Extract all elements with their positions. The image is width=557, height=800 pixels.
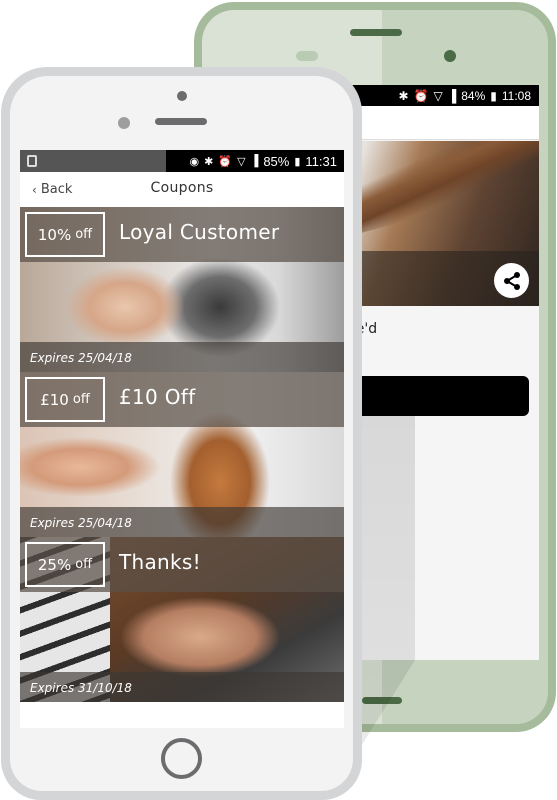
discount-amount: 25% (37, 555, 72, 574)
coupon-card[interactable]: 10% off Loyal Customer Expires 25/04/18 (20, 207, 344, 372)
nav-bar: ‹ Back Coupons (20, 172, 344, 207)
discount-badge: 25% off (25, 542, 105, 587)
coupon-expiry: Expires 25/04/18 (30, 516, 132, 530)
coupon-title: Thanks! (119, 550, 201, 574)
coupon-expiry: Expires 25/04/18 (30, 351, 132, 365)
share-icon (503, 271, 520, 290)
discount-badge: £10 off (25, 377, 105, 422)
coupon-card[interactable]: £10 off £10 Off Expires 25/04/18 (20, 372, 344, 537)
front-phone-earpiece (155, 118, 207, 125)
screen-bottom-space (20, 702, 344, 727)
clock: 11:08 (501, 88, 531, 103)
bluetooth-icon: ✱ (204, 155, 214, 168)
screen-record-icon (27, 155, 37, 167)
status-bar: ◉ ✱ ⏰ ▽ ▐ 85% ▮ 11:31 (20, 150, 344, 172)
back-phone-sensor (296, 51, 318, 61)
coupon-card[interactable]: 25% off Thanks! Expires 31/10/18 (20, 537, 344, 702)
discount-badge: 10% off (25, 212, 105, 257)
discount-amount: 10% (37, 225, 72, 244)
wifi-icon: ▽ (237, 155, 246, 168)
back-phone-camera (444, 50, 456, 62)
front-phone-camera (177, 91, 187, 101)
front-phone-sensor (118, 117, 130, 129)
coupon-expiry: Expires 31/10/18 (30, 681, 132, 695)
location-icon: ◉ (189, 155, 200, 168)
front-phone-screen: ◉ ✱ ⏰ ▽ ▐ 85% ▮ 11:31 ‹ Back Coupons 10%… (20, 150, 344, 728)
battery-icon: ▮ (490, 88, 497, 103)
page-title: Coupons (150, 180, 214, 196)
share-button[interactable] (494, 263, 529, 298)
discount-suffix: off (75, 557, 93, 572)
bluetooth-icon: ✱ (398, 88, 409, 103)
signal-icon: ▐ (250, 155, 259, 167)
alarm-icon: ⏰ (218, 155, 233, 168)
battery-level: 85% (263, 153, 290, 169)
discount-suffix: off (72, 392, 90, 407)
discount-amount: £10 (40, 390, 69, 409)
alarm-icon: ⏰ (413, 88, 429, 103)
coupon-title: Loyal Customer (119, 220, 280, 244)
home-button[interactable] (161, 738, 202, 779)
wifi-icon: ▽ (433, 88, 443, 103)
battery-level: 84% (461, 88, 486, 103)
back-phone-earpiece (350, 29, 402, 36)
discount-suffix: off (75, 227, 93, 242)
clock: 11:31 (305, 153, 337, 169)
battery-icon: ▮ (294, 155, 301, 168)
signal-icon: ▐ (447, 88, 457, 103)
coupon-title: £10 Off (119, 385, 196, 409)
